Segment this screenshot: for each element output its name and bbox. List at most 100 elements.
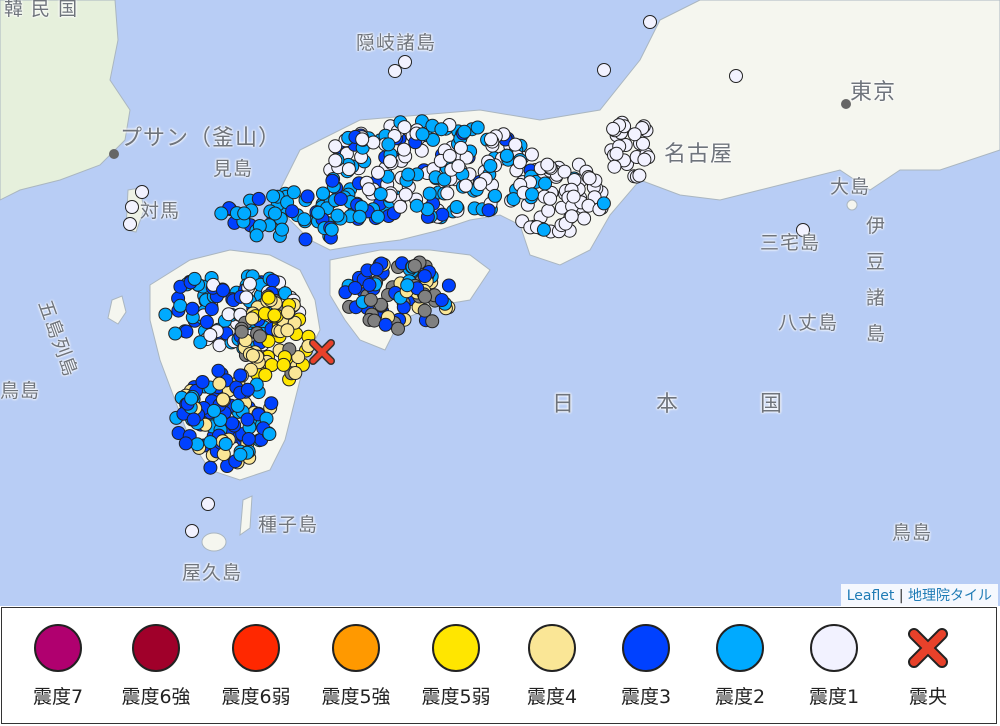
station-marker[interactable] <box>249 228 264 243</box>
station-marker[interactable] <box>266 189 281 204</box>
station-marker[interactable] <box>609 146 624 161</box>
station-marker[interactable] <box>216 392 230 407</box>
station-marker[interactable] <box>324 222 339 237</box>
station-marker[interactable] <box>435 207 450 222</box>
station-marker[interactable] <box>261 290 276 305</box>
station-marker[interactable] <box>473 177 488 192</box>
station-marker[interactable] <box>262 427 277 441</box>
station-marker[interactable] <box>341 162 356 177</box>
station-marker[interactable] <box>434 122 449 137</box>
station-marker[interactable] <box>199 315 214 329</box>
station-marker[interactable] <box>383 154 398 169</box>
station-marker[interactable] <box>240 382 255 397</box>
station-marker[interactable] <box>643 15 657 29</box>
station-marker[interactable] <box>251 191 266 206</box>
station-marker[interactable] <box>221 307 236 322</box>
station-marker[interactable] <box>300 189 315 204</box>
station-marker[interactable] <box>265 273 280 288</box>
station-marker[interactable] <box>398 55 412 69</box>
station-marker[interactable] <box>582 171 597 186</box>
station-marker[interactable] <box>173 298 188 313</box>
station-marker[interactable] <box>425 314 440 329</box>
station-marker[interactable] <box>234 324 249 339</box>
station-marker[interactable] <box>311 205 326 220</box>
station-marker[interactable] <box>330 208 345 223</box>
station-marker[interactable] <box>607 159 622 174</box>
station-marker[interactable] <box>352 209 367 224</box>
station-marker[interactable] <box>218 437 233 451</box>
station-marker[interactable] <box>361 182 376 197</box>
station-marker[interactable] <box>512 155 527 170</box>
station-marker[interactable] <box>407 258 422 273</box>
station-marker[interactable] <box>393 199 408 214</box>
map-view[interactable]: 韓 民 国 隠岐諸島 プサン（釜山） 見島 対馬 五島列島 鳥島 東京 名古屋 … <box>0 0 1000 606</box>
station-marker[interactable] <box>240 412 255 427</box>
station-marker[interactable] <box>123 217 137 231</box>
station-marker[interactable] <box>212 376 227 391</box>
station-marker[interactable] <box>328 153 343 168</box>
station-marker[interactable] <box>564 209 579 224</box>
station-marker[interactable] <box>525 187 539 202</box>
station-marker[interactable] <box>187 271 202 286</box>
station-marker[interactable] <box>729 69 743 83</box>
station-marker[interactable] <box>185 301 200 316</box>
station-marker[interactable] <box>596 196 611 211</box>
station-marker[interactable] <box>285 204 300 219</box>
station-marker[interactable] <box>264 396 279 411</box>
station-marker[interactable] <box>328 139 343 154</box>
station-marker[interactable] <box>216 283 230 298</box>
station-marker[interactable] <box>268 206 282 221</box>
station-marker[interactable] <box>441 278 456 293</box>
station-marker[interactable] <box>178 436 193 451</box>
station-marker[interactable] <box>233 368 248 383</box>
station-marker[interactable] <box>457 124 472 139</box>
station-marker[interactable] <box>280 323 295 338</box>
station-marker[interactable] <box>470 120 485 135</box>
station-marker[interactable] <box>400 278 415 293</box>
station-marker[interactable] <box>242 276 257 291</box>
station-marker[interactable] <box>453 140 468 155</box>
station-marker[interactable] <box>388 64 402 78</box>
station-marker[interactable] <box>267 308 282 323</box>
station-marker[interactable] <box>597 63 611 77</box>
station-marker[interactable] <box>297 212 312 227</box>
station-marker[interactable] <box>245 348 260 363</box>
station-marker[interactable] <box>239 290 254 305</box>
station-marker[interactable] <box>483 158 498 173</box>
station-marker[interactable] <box>440 186 455 201</box>
station-marker[interactable] <box>333 192 348 206</box>
station-marker[interactable] <box>158 307 173 322</box>
station-marker[interactable] <box>298 232 313 247</box>
station-marker[interactable] <box>409 198 424 213</box>
station-marker[interactable] <box>391 321 405 336</box>
station-marker[interactable] <box>508 137 523 152</box>
station-marker[interactable] <box>233 447 248 462</box>
station-marker[interactable] <box>398 187 413 202</box>
station-marker[interactable] <box>418 289 432 304</box>
station-marker[interactable] <box>288 366 303 380</box>
station-marker[interactable] <box>275 222 289 237</box>
station-marker[interactable] <box>252 329 267 344</box>
station-marker[interactable] <box>281 305 295 320</box>
station-marker[interactable] <box>481 203 496 218</box>
station-marker[interactable] <box>237 206 252 221</box>
station-marker[interactable] <box>203 435 218 450</box>
station-marker[interactable] <box>637 152 652 167</box>
station-marker[interactable] <box>204 302 219 317</box>
station-marker[interactable] <box>538 176 553 191</box>
station-marker[interactable] <box>211 363 226 378</box>
station-marker[interactable] <box>325 173 340 188</box>
station-marker[interactable] <box>362 277 377 292</box>
station-marker[interactable] <box>543 191 558 206</box>
tiles-link[interactable]: 地理院タイル <box>908 588 992 604</box>
station-marker[interactable] <box>168 326 183 341</box>
station-marker[interactable] <box>524 147 539 162</box>
station-marker[interactable] <box>212 338 227 353</box>
station-marker[interactable] <box>125 200 139 214</box>
station-marker[interactable] <box>363 292 378 307</box>
station-marker[interactable] <box>415 127 430 142</box>
station-marker[interactable] <box>369 262 384 277</box>
station-marker[interactable] <box>488 188 502 203</box>
station-marker[interactable] <box>230 398 245 413</box>
station-marker[interactable] <box>557 164 572 179</box>
